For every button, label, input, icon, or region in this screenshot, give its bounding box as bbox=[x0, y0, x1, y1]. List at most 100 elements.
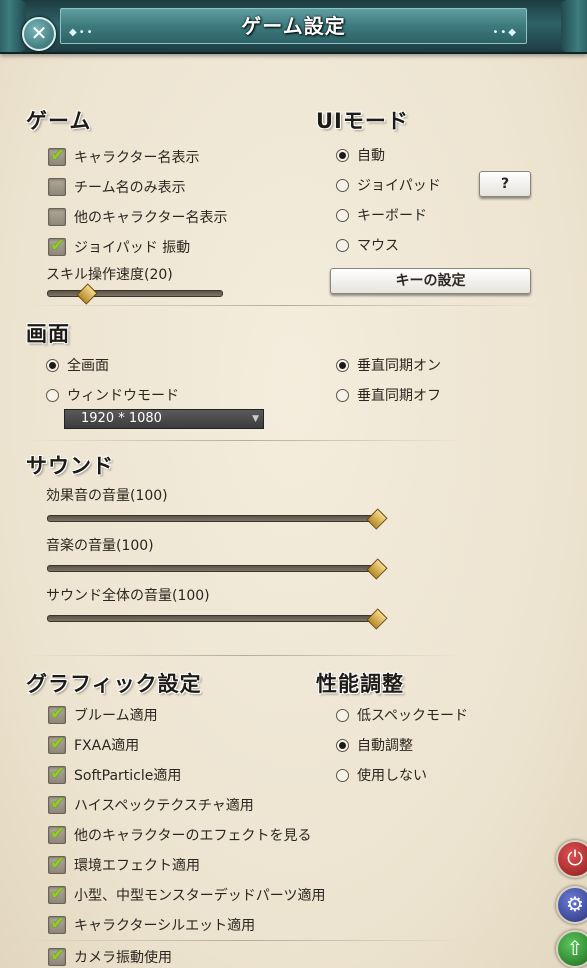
ui-mode-section-title: UIモード bbox=[316, 109, 409, 133]
graphics-option-7[interactable]: キャラクターシルエット適用 bbox=[48, 913, 255, 936]
screen-mode-option-0[interactable]: 全画面 bbox=[46, 354, 109, 376]
ui-mode-option-1[interactable]: ジョイパッド bbox=[336, 174, 441, 196]
music-volume-slider[interactable] bbox=[47, 558, 388, 580]
option-label: 低スペックモード bbox=[357, 708, 469, 724]
game-option-0[interactable]: キャラクター名表示 bbox=[48, 145, 200, 168]
option-label: ブルーム適用 bbox=[74, 708, 158, 724]
radio-unselected[interactable] bbox=[336, 178, 349, 192]
option-label: チーム名のみ表示 bbox=[74, 180, 186, 196]
ui-mode-option-0[interactable]: 自動 bbox=[336, 144, 385, 166]
music-volume-label: 音楽の音量(100) bbox=[46, 538, 154, 554]
checkbox-checked[interactable] bbox=[48, 145, 66, 166]
power-button[interactable]: ⏻ bbox=[556, 840, 587, 878]
graphics-option-4[interactable]: 他のキャラクターのエフェクトを見る bbox=[48, 823, 312, 846]
resolution-value: 1920 * 1080 bbox=[81, 411, 162, 426]
option-label: ハイスペックテクスチャ適用 bbox=[74, 798, 254, 814]
section-divider bbox=[26, 940, 466, 941]
option-label: 垂直同期オン bbox=[357, 358, 441, 374]
radio-selected[interactable] bbox=[336, 738, 349, 752]
graphics-option-6[interactable]: 小型、中型モンスターデッドパーツ適用 bbox=[48, 883, 326, 906]
option-label: 環境エフェクト適用 bbox=[74, 858, 200, 874]
option-label: マウス bbox=[357, 238, 399, 254]
checkbox-checked[interactable] bbox=[48, 913, 66, 934]
gear-icon: ⚙ bbox=[566, 892, 584, 916]
checkbox-checked[interactable] bbox=[48, 763, 66, 784]
title-bar: ◆•• ••◆ ゲーム設定 bbox=[0, 0, 587, 54]
performance-option-0[interactable]: 低スペックモード bbox=[336, 704, 468, 726]
option-label: SoftParticle適用 bbox=[74, 768, 182, 784]
section-divider bbox=[26, 305, 546, 306]
ui-mode-option-3[interactable]: マウス bbox=[336, 234, 399, 256]
radio-unselected[interactable] bbox=[336, 768, 349, 782]
option-label: 自動調整 bbox=[357, 738, 413, 754]
resolution-dropdown[interactable]: 1920 * 1080 ▼ bbox=[64, 409, 264, 429]
option-label: FXAA適用 bbox=[74, 738, 140, 754]
option-label: 他のキャラクターのエフェクトを見る bbox=[74, 828, 312, 844]
vsync-option-0[interactable]: 垂直同期オン bbox=[336, 354, 441, 376]
performance-option-1[interactable]: 自動調整 bbox=[336, 734, 413, 756]
option-label: ジョイパッド bbox=[357, 178, 441, 194]
sfx-volume-slider[interactable] bbox=[47, 508, 388, 530]
option-label: ジョイパッド 振動 bbox=[74, 240, 191, 256]
game-section-title: ゲーム bbox=[26, 109, 92, 133]
window-title: ゲーム設定 bbox=[241, 14, 346, 38]
option-label: キャラクター名表示 bbox=[74, 150, 200, 166]
performance-section-title: 性能調整 bbox=[316, 672, 404, 696]
checkbox-checked[interactable] bbox=[48, 883, 66, 904]
key-settings-button[interactable]: キーの設定 bbox=[330, 268, 531, 294]
radio-selected[interactable] bbox=[336, 148, 349, 162]
option-label: 小型、中型モンスターデッドパーツ適用 bbox=[74, 888, 326, 904]
help-button[interactable]: ? bbox=[479, 171, 531, 197]
power-icon: ⏻ bbox=[567, 846, 583, 870]
sound-section-title: サウンド bbox=[26, 454, 114, 478]
skill-speed-slider[interactable] bbox=[47, 283, 223, 305]
radio-unselected[interactable] bbox=[336, 388, 349, 402]
game-option-1[interactable]: チーム名のみ表示 bbox=[48, 176, 186, 198]
vsync-option-1[interactable]: 垂直同期オフ bbox=[336, 384, 441, 406]
sfx-volume-label: 効果音の音量(100) bbox=[46, 488, 168, 504]
share-button[interactable]: ⇧ bbox=[556, 930, 587, 968]
screen-mode-option-1[interactable]: ウィンドウモード bbox=[46, 384, 179, 406]
performance-option-2[interactable]: 使用しない bbox=[336, 764, 427, 786]
option-label: 使用しない bbox=[357, 768, 427, 784]
option-label: ウィンドウモード bbox=[67, 388, 179, 404]
checkbox-checked[interactable] bbox=[48, 823, 66, 844]
game-option-2[interactable]: 他のキャラクター名表示 bbox=[48, 206, 227, 228]
checkbox-checked[interactable] bbox=[48, 733, 66, 754]
graphics-option-8[interactable]: カメラ振動使用 bbox=[48, 945, 172, 968]
graphics-section-title: グラフィック設定 bbox=[26, 672, 202, 696]
graphics-option-1[interactable]: FXAA適用 bbox=[48, 733, 140, 756]
close-button[interactable]: ✕ bbox=[22, 17, 56, 51]
radio-unselected[interactable] bbox=[336, 708, 349, 722]
graphics-option-2[interactable]: SoftParticle適用 bbox=[48, 763, 182, 786]
chevron-down-icon: ▼ bbox=[252, 414, 259, 424]
radio-unselected[interactable] bbox=[46, 388, 59, 402]
checkbox-checked[interactable] bbox=[48, 703, 66, 724]
graphics-option-0[interactable]: ブルーム適用 bbox=[48, 703, 158, 726]
checkbox-checked[interactable] bbox=[48, 853, 66, 874]
settings-button[interactable]: ⚙ bbox=[556, 886, 587, 924]
radio-selected[interactable] bbox=[46, 358, 59, 372]
game-option-3[interactable]: ジョイパッド 振動 bbox=[48, 235, 191, 258]
option-label: 他のキャラクター名表示 bbox=[74, 210, 228, 226]
screen-section-title: 画面 bbox=[26, 322, 70, 346]
radio-selected[interactable] bbox=[336, 358, 349, 372]
checkbox-checked[interactable] bbox=[48, 235, 66, 256]
option-label: キーボード bbox=[357, 208, 427, 224]
section-divider bbox=[26, 440, 466, 441]
master-volume-slider[interactable] bbox=[47, 608, 388, 630]
checkbox-checked[interactable] bbox=[48, 945, 66, 966]
close-icon: ✕ bbox=[30, 21, 48, 45]
radio-unselected[interactable] bbox=[336, 238, 349, 252]
checkbox-unchecked[interactable] bbox=[48, 208, 66, 226]
section-divider bbox=[26, 655, 466, 656]
option-label: 垂直同期オフ bbox=[357, 388, 441, 404]
ui-mode-option-2[interactable]: キーボード bbox=[336, 204, 427, 226]
master-volume-label: サウンド全体の音量(100) bbox=[46, 588, 210, 604]
checkbox-unchecked[interactable] bbox=[48, 178, 66, 196]
radio-unselected[interactable] bbox=[336, 208, 349, 222]
graphics-option-5[interactable]: 環境エフェクト適用 bbox=[48, 853, 200, 876]
checkbox-checked[interactable] bbox=[48, 793, 66, 814]
option-label: 自動 bbox=[357, 148, 385, 164]
graphics-option-3[interactable]: ハイスペックテクスチャ適用 bbox=[48, 793, 254, 816]
